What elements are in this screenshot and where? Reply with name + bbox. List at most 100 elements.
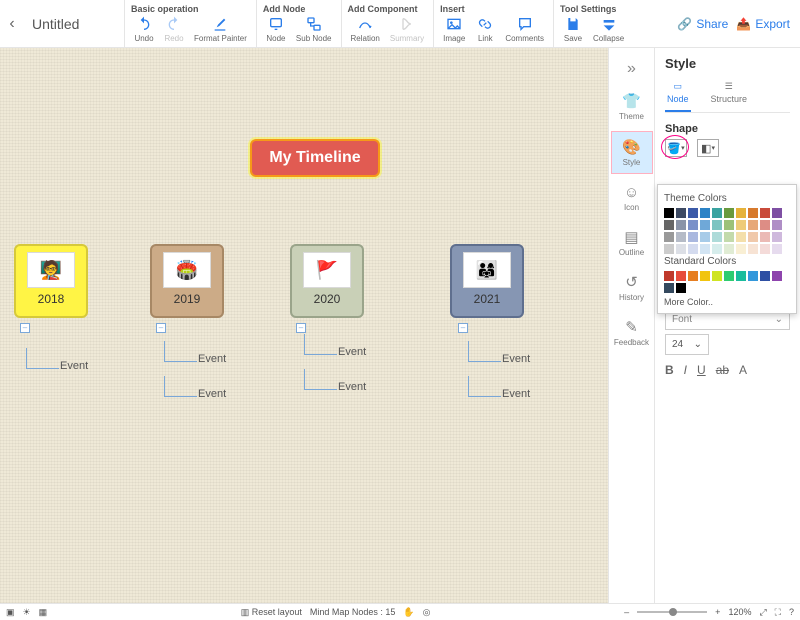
year-node-2021[interactable]: 👨‍👩‍👧2021 <box>450 244 524 318</box>
rail-style[interactable]: 🎨Style <box>611 131 653 174</box>
color-swatch[interactable] <box>688 220 698 230</box>
collapse-toggle[interactable]: – <box>20 323 30 333</box>
tab-structure[interactable]: ☰Structure <box>709 77 750 112</box>
color-swatch[interactable] <box>712 232 722 242</box>
grid-icon[interactable]: ▦ <box>39 607 48 618</box>
font-size-select[interactable]: 24⌄ <box>665 334 709 355</box>
brightness-icon[interactable]: ☀ <box>23 607 31 618</box>
panel-collapse-button[interactable]: » <box>623 56 640 82</box>
format-painter-button[interactable]: Format Painter <box>189 14 252 45</box>
rail-history[interactable]: ↺History <box>611 267 653 308</box>
color-swatch[interactable] <box>676 232 686 242</box>
color-swatch[interactable] <box>760 208 770 218</box>
color-swatch[interactable] <box>748 271 758 281</box>
color-swatch[interactable] <box>736 271 746 281</box>
color-swatch[interactable] <box>736 220 746 230</box>
rail-outline[interactable]: ▤Outline <box>611 222 653 263</box>
color-swatch[interactable] <box>760 232 770 242</box>
color-swatch[interactable] <box>676 244 686 254</box>
color-swatch[interactable] <box>688 232 698 242</box>
color-swatch[interactable] <box>736 208 746 218</box>
event-node[interactable]: Event <box>60 360 88 372</box>
color-swatch[interactable] <box>760 220 770 230</box>
color-swatch[interactable] <box>748 208 758 218</box>
color-swatch[interactable] <box>676 283 686 293</box>
collapse-toggle[interactable]: – <box>156 323 166 333</box>
collapse-toggle[interactable]: – <box>296 323 306 333</box>
color-swatch[interactable] <box>676 220 686 230</box>
color-swatch[interactable] <box>712 208 722 218</box>
event-node[interactable]: Event <box>502 353 530 365</box>
color-swatch[interactable] <box>700 220 710 230</box>
target-icon[interactable]: ◎ <box>423 607 431 618</box>
rail-feedback[interactable]: ✎Feedback <box>611 312 653 353</box>
color-swatch[interactable] <box>664 244 674 254</box>
strike-button[interactable]: ab <box>716 363 729 377</box>
event-node[interactable]: Event <box>198 388 226 400</box>
zoom-out-button[interactable]: – <box>624 607 629 617</box>
color-swatch[interactable] <box>760 244 770 254</box>
collapse-toggle[interactable]: – <box>458 323 468 333</box>
color-swatch[interactable] <box>748 220 758 230</box>
color-swatch[interactable] <box>712 220 722 230</box>
color-swatch[interactable] <box>736 244 746 254</box>
help-icon[interactable]: ? <box>789 607 794 617</box>
color-swatch[interactable] <box>772 208 782 218</box>
export-button[interactable]: 📤Export <box>736 17 790 31</box>
image-button[interactable]: Image <box>438 14 470 45</box>
subnode-button[interactable]: Sub Node <box>291 14 337 45</box>
canvas[interactable]: My Timeline 🧑‍🏫2018 🏟️2019 🚩2020 👨‍👩‍👧20… <box>0 48 608 603</box>
fullscreen-icon[interactable]: ⛶ <box>775 607 781 618</box>
color-swatch[interactable] <box>724 244 734 254</box>
redo-button[interactable]: Redo <box>159 14 189 45</box>
color-swatch[interactable] <box>664 271 674 281</box>
event-node[interactable]: Event <box>198 353 226 365</box>
relation-button[interactable]: Relation <box>346 14 385 45</box>
color-swatch[interactable] <box>772 232 782 242</box>
year-node-2020[interactable]: 🚩2020 <box>290 244 364 318</box>
color-swatch[interactable] <box>724 232 734 242</box>
color-swatch[interactable] <box>724 271 734 281</box>
comments-button[interactable]: Comments <box>500 14 549 45</box>
color-swatch[interactable] <box>676 208 686 218</box>
color-swatch[interactable] <box>772 244 782 254</box>
color-swatch[interactable] <box>688 244 698 254</box>
border-color-button[interactable]: ◧ ▾ <box>697 139 719 157</box>
text-color-button[interactable]: A <box>739 363 747 377</box>
node-button[interactable]: Node <box>261 14 291 45</box>
color-swatch[interactable] <box>748 232 758 242</box>
fit-icon[interactable]: ⤢ <box>759 607 766 618</box>
zoom-slider[interactable] <box>637 611 707 613</box>
italic-button[interactable]: I <box>684 363 687 377</box>
color-swatch[interactable] <box>664 232 674 242</box>
color-swatch[interactable] <box>760 271 770 281</box>
collapse-button[interactable]: Collapse <box>588 14 629 45</box>
zoom-level[interactable]: 120% <box>728 607 751 617</box>
back-button[interactable]: ‹ <box>0 0 24 47</box>
color-swatch[interactable] <box>700 271 710 281</box>
save-button[interactable]: Save <box>558 14 588 45</box>
tab-node[interactable]: ▭Node <box>665 77 691 112</box>
link-button[interactable]: Link <box>470 14 500 45</box>
bold-button[interactable]: B <box>665 363 674 377</box>
color-swatch[interactable] <box>700 208 710 218</box>
color-swatch[interactable] <box>688 271 698 281</box>
color-swatch[interactable] <box>724 220 734 230</box>
year-node-2019[interactable]: 🏟️2019 <box>150 244 224 318</box>
underline-button[interactable]: U <box>697 363 706 377</box>
root-node[interactable]: My Timeline <box>250 139 380 177</box>
color-swatch[interactable] <box>712 244 722 254</box>
event-node[interactable]: Event <box>338 346 366 358</box>
fill-color-button[interactable]: 🪣 ▾ <box>665 139 687 157</box>
color-swatch[interactable] <box>712 271 722 281</box>
event-node[interactable]: Event <box>502 388 530 400</box>
color-swatch[interactable] <box>700 232 710 242</box>
rail-icon[interactable]: ☺Icon <box>611 178 653 218</box>
color-swatch[interactable] <box>772 220 782 230</box>
color-swatch[interactable] <box>664 283 674 293</box>
more-color-button[interactable]: More Color.. <box>664 297 790 307</box>
year-node-2018[interactable]: 🧑‍🏫2018 <box>14 244 88 318</box>
zoom-in-button[interactable]: + <box>715 607 720 617</box>
hand-icon[interactable]: ✋ <box>403 607 414 618</box>
rail-theme[interactable]: 👕Theme <box>611 86 653 127</box>
